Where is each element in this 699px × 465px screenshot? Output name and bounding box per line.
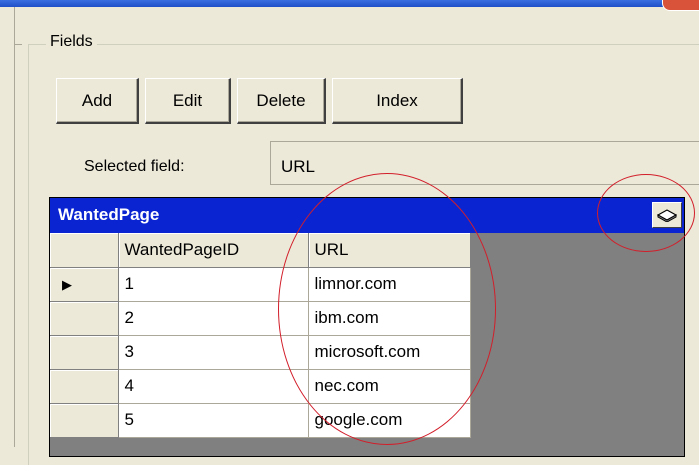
- row-header[interactable]: [50, 301, 119, 336]
- annotation-circle-collapse-button: [597, 174, 695, 252]
- grid-caption-text: WantedPage: [58, 205, 160, 224]
- cell-wantedpageid[interactable]: 5: [118, 403, 309, 438]
- add-button[interactable]: Add: [56, 78, 139, 124]
- divider: [14, 44, 22, 45]
- cell-wantedpageid[interactable]: 4: [118, 369, 309, 404]
- fields-groupbox-label: Fields: [46, 33, 97, 51]
- row-header[interactable]: [50, 403, 119, 438]
- window-titlebar: [0, 0, 699, 7]
- column-header-wantedpageid[interactable]: WantedPageID: [118, 233, 309, 268]
- close-icon[interactable]: [662, 0, 699, 11]
- row-header[interactable]: [50, 369, 119, 404]
- left-panel-edge: [0, 7, 15, 447]
- row-header[interactable]: [50, 335, 119, 370]
- row-header[interactable]: ▶: [50, 267, 119, 302]
- row-pointer-icon: ▶: [62, 277, 72, 292]
- index-button[interactable]: Index: [332, 78, 463, 124]
- selected-field-label: Selected field:: [84, 158, 185, 175]
- grid-corner: [50, 233, 119, 268]
- annotation-circle-url-column: [278, 173, 496, 445]
- edit-button[interactable]: Edit: [145, 78, 231, 124]
- cell-wantedpageid[interactable]: 3: [118, 335, 309, 370]
- delete-button[interactable]: Delete: [237, 78, 326, 124]
